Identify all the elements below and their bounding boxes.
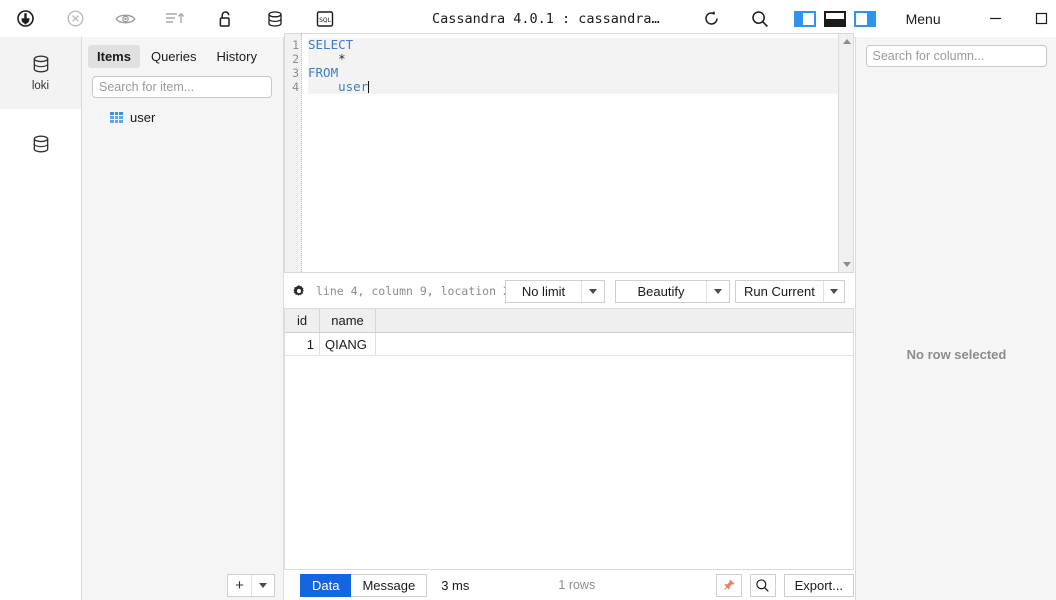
beautify-dropdown-label: Beautify — [637, 283, 685, 299]
sql-icon[interactable]: SQL — [300, 1, 350, 37]
toggle-bottom-panel[interactable] — [823, 10, 846, 27]
object-panel: Items Queries History user — [82, 37, 284, 600]
row-detail-panel: No row selected — [855, 37, 1056, 600]
empty-state-text: No row selected — [906, 347, 1007, 362]
connect-icon[interactable] — [0, 1, 50, 37]
column-header-filler — [376, 309, 853, 332]
search-icon[interactable] — [736, 1, 784, 37]
panel-toggle-group — [793, 10, 876, 27]
table-row[interactable]: 1 QIANG — [285, 333, 853, 356]
refresh-icon[interactable] — [688, 1, 736, 37]
cell-filler — [376, 333, 853, 355]
execution-time: 3 ms — [441, 577, 470, 593]
titlebar-right-icons — [688, 1, 784, 37]
database-icon — [31, 134, 51, 157]
chevron-down-icon — [707, 288, 729, 294]
gear-icon[interactable] — [292, 284, 306, 298]
cursor-position-text: line 4, column 9, location 26 — [316, 284, 517, 298]
line-number: 3 — [292, 66, 299, 80]
window-controls — [973, 1, 1056, 37]
list-item[interactable]: user — [82, 108, 283, 127]
chevron-down-icon[interactable] — [252, 582, 274, 588]
rail-item-secondary[interactable] — [0, 109, 81, 181]
table-icon — [110, 111, 123, 124]
scroll-down-icon[interactable] — [839, 257, 854, 272]
sql-token: user — [308, 79, 369, 94]
editor-scrollbar[interactable] — [838, 34, 853, 272]
tab-queries[interactable]: Queries — [142, 45, 206, 68]
column-header-id[interactable]: id — [285, 309, 320, 332]
text-caret — [368, 81, 370, 93]
item-search-input[interactable] — [92, 76, 272, 98]
toolbar-icons: SQL — [0, 1, 350, 37]
column-header-name[interactable]: name — [320, 309, 376, 332]
chevron-down-icon — [824, 288, 844, 294]
eye-icon[interactable] — [100, 1, 150, 37]
rail-item-loki[interactable]: loki — [0, 37, 81, 109]
menu-button[interactable]: Menu — [906, 11, 941, 27]
sql-token: FROM — [308, 65, 339, 80]
run-dropdown[interactable]: Run Current — [735, 279, 845, 303]
column-search-input[interactable] — [865, 45, 1047, 67]
disconnect-icon[interactable] — [50, 1, 100, 37]
cell-name[interactable]: QIANG — [320, 333, 376, 355]
line-number: 1 — [292, 38, 299, 52]
beautify-dropdown[interactable]: Beautify — [615, 279, 730, 303]
sort-asc-icon[interactable] — [150, 1, 200, 37]
database-icon[interactable] — [250, 1, 300, 37]
tab-items[interactable]: Items — [88, 45, 140, 68]
list-item-label: user — [130, 110, 156, 125]
editor-status-bar: line 4, column 9, location 26 No limit B… — [284, 277, 854, 305]
svg-text:SQL: SQL — [319, 16, 332, 23]
grid-search-icon[interactable] — [749, 573, 776, 597]
connection-rail: loki — [0, 37, 82, 600]
results-grid[interactable]: id name 1 QIANG — [284, 308, 854, 570]
limit-dropdown-label: No limit — [521, 283, 566, 299]
line-number: 4 — [292, 80, 299, 94]
add-tab-group[interactable]: + — [227, 573, 275, 597]
maximize-button[interactable] — [1019, 1, 1056, 37]
result-view-tabs: Data Message — [300, 573, 428, 597]
sql-token: SELECT — [308, 37, 354, 52]
rail-item-label: loki — [31, 80, 50, 92]
tab-message[interactable]: Message — [351, 573, 428, 597]
grid-header-row: id name — [285, 309, 853, 333]
app-window: SQL Cassandra 4.0.1 : cassandra… Menu lo… — [0, 0, 1056, 600]
minimize-button[interactable] — [973, 1, 1019, 37]
unlock-icon[interactable] — [200, 1, 250, 37]
tab-data[interactable]: Data — [300, 573, 352, 597]
export-button[interactable]: Export... — [783, 573, 854, 597]
grid-actions: Export... — [715, 573, 854, 597]
toggle-left-panel[interactable] — [793, 10, 816, 27]
window-title: Cassandra 4.0.1 : cassandra… — [432, 10, 660, 27]
editor-line-numbers: 1 2 3 4 — [285, 34, 302, 272]
line-number: 2 — [292, 52, 299, 66]
sql-editor[interactable]: 1 2 3 4 SELECT * FROM user — [284, 33, 854, 273]
item-list: user — [82, 108, 283, 127]
tab-history[interactable]: History — [208, 45, 266, 68]
cell-id[interactable]: 1 — [285, 333, 320, 355]
row-count: 1 rows — [558, 578, 596, 592]
run-dropdown-label: Run Current — [744, 283, 815, 299]
chevron-down-icon — [582, 288, 604, 294]
object-panel-tabs: Items Queries History — [82, 37, 283, 72]
bottom-bar: + Data Message 3 ms 1 rows Export... — [82, 570, 854, 600]
add-button[interactable]: + — [228, 577, 251, 594]
database-icon — [31, 54, 51, 77]
editor-code-area[interactable]: SELECT * FROM user — [302, 34, 853, 272]
limit-dropdown[interactable]: No limit — [505, 279, 605, 303]
sql-token: * — [308, 51, 346, 66]
scroll-up-icon[interactable] — [839, 34, 854, 49]
pin-icon[interactable] — [715, 573, 742, 597]
toggle-right-panel[interactable] — [853, 10, 876, 27]
